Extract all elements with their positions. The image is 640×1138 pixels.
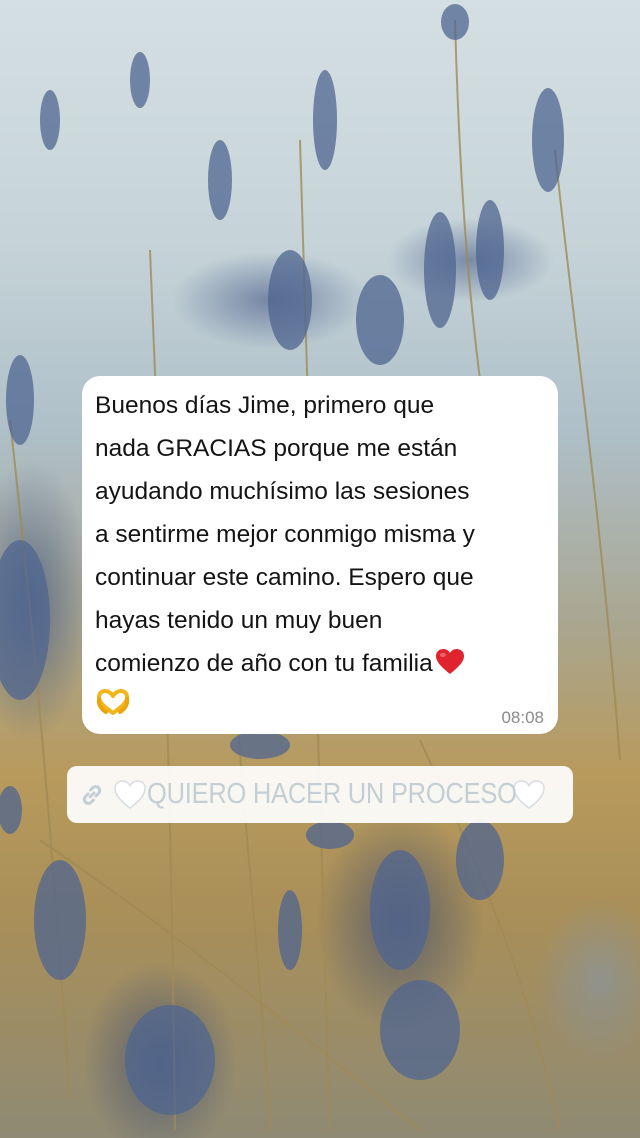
white-heart-icon	[513, 779, 545, 809]
heart-hands-icon	[96, 689, 130, 715]
link-text: QUIERO HACER UN PROCESO	[147, 778, 517, 810]
link-sticker[interactable]: QUIERO HACER UN PROCESO	[67, 766, 573, 823]
link-icon	[82, 784, 102, 805]
message-text: Buenos días Jime, primero que nada GRACI…	[95, 392, 475, 677]
message-bubble[interactable]: Buenos días Jime, primero que nada GRACI…	[82, 376, 558, 734]
red-heart-icon	[435, 649, 464, 674]
message-timestamp: 08:08	[501, 708, 544, 727]
white-heart-icon	[114, 779, 146, 809]
